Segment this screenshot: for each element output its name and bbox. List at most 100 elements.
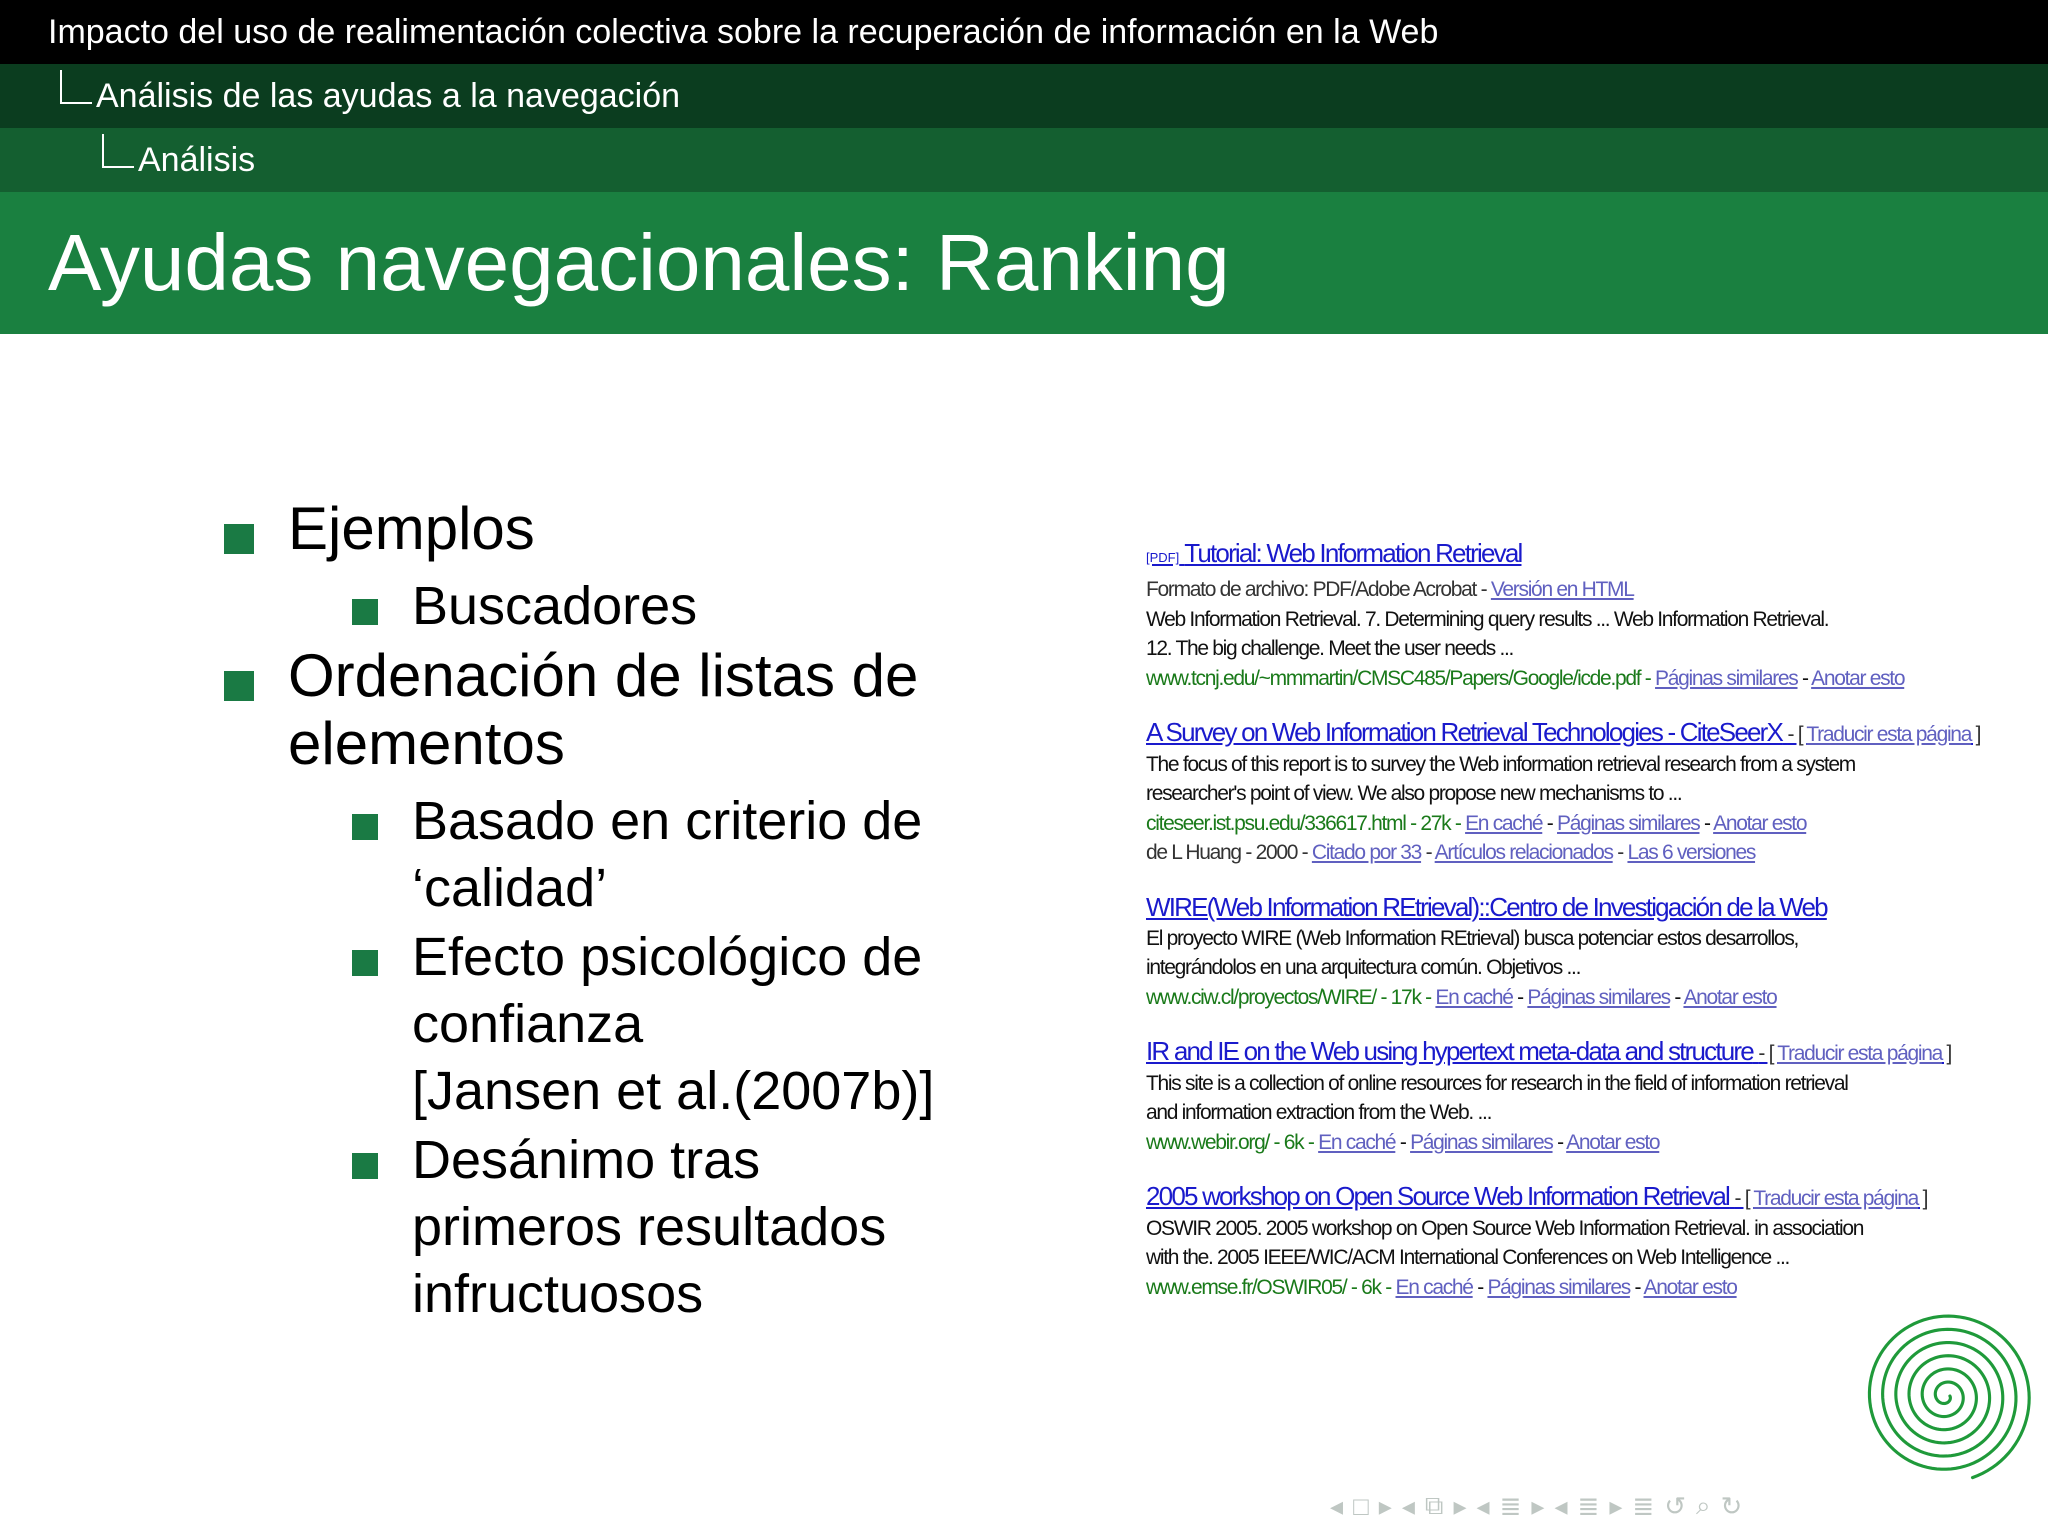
bullet-text: Buscadores <box>412 576 698 636</box>
cache-link[interactable]: En caché <box>1465 812 1543 835</box>
nav-section-next-icon[interactable]: ▸ <box>1531 1491 1544 1522</box>
result-url-line: www.tcnj.edu/~mmmartin/CMSC485/Papers/Go… <box>1146 666 1906 690</box>
result-url-line: www.ciw.cl/proyectos/WIRE/ - 17k - En ca… <box>1146 985 1778 1009</box>
bullet-square-icon <box>352 950 378 976</box>
result-snippet: OSWIR 2005. 2005 workshop on Open Source… <box>1146 1216 1864 1240</box>
similar-pages-link[interactable]: Páginas similares <box>1527 986 1671 1009</box>
search-result: 2005 workshop on Open Source Web Informa… <box>1146 1179 1928 1302</box>
result-url: www.emse.fr/OSWIR05/ - 6k - <box>1146 1275 1392 1299</box>
search-results-screenshot: [PDF] Tutorial: Web Information Retrieva… <box>1146 536 1981 1324</box>
result-title-link[interactable]: A Survey on Web Information Retrieval Te… <box>1146 715 1981 750</box>
bullet-square-icon <box>352 1153 378 1179</box>
nav-section-icon[interactable]: ≣ <box>1500 1491 1522 1522</box>
result-snippet: researcher's point of view. We also prop… <box>1146 782 1683 805</box>
result-url: www.webir.org/ - 6k - <box>1146 1130 1315 1154</box>
pdf-tag: [PDF] <box>1146 550 1180 565</box>
result-snippet: and information extraction from the Web.… <box>1146 1101 1492 1124</box>
bullet-item: Ejemplos <box>220 495 1020 563</box>
sub-bullet-item: Basado en criterio de ‘calidad’ <box>220 788 1020 922</box>
bullet-text-line: elementos <box>288 710 565 777</box>
sub-bullet-item: Desánimo tras primeros resultados infruc… <box>220 1127 1020 1328</box>
result-snippet: The focus of this report is to survey th… <box>1146 752 1856 776</box>
result-snippet: 12. The big challenge. Meet the user nee… <box>1146 637 1514 660</box>
bullet-text-line: confianza <box>412 994 644 1054</box>
result-meta-line: de L Huang - 2000 - Citado por 33 - Artí… <box>1146 841 1756 864</box>
nav-back-icon[interactable]: ↺ <box>1664 1491 1686 1522</box>
nav-part-icon[interactable]: ≣ <box>1578 1491 1600 1522</box>
result-title-link[interactable]: WIRE(Web Information REtrieval)::Centro … <box>1146 890 1866 924</box>
section-bar: Análisis de las ayudas a la navegación <box>0 64 2048 128</box>
annotate-link[interactable]: Anotar esto <box>1644 1276 1738 1299</box>
result-url-line: www.emse.fr/OSWIR05/ - 6k - En caché - P… <box>1146 1275 1738 1299</box>
bullet-text-line: primeros resultados <box>412 1197 887 1257</box>
result-url: citeseer.ist.psu.edu/336617.html - 27k - <box>1146 811 1462 835</box>
related-articles-link[interactable]: Artículos relacionados <box>1435 841 1614 864</box>
sub-bullet-item: Efecto psicológico de confianza [Jansen … <box>220 924 1020 1125</box>
bullet-square-icon <box>352 814 378 840</box>
nav-part-prev-icon[interactable]: ◂ <box>1554 1491 1567 1522</box>
bullet-square-icon <box>224 524 254 554</box>
html-version-link[interactable]: Versión en HTML <box>1491 578 1635 601</box>
nav-frame-prev-icon[interactable]: ◂ <box>1330 1491 1343 1522</box>
spiral-logo-icon <box>1867 1314 2031 1480</box>
subsection-link[interactable]: Análisis <box>138 128 255 192</box>
bullet-item: Ordenación de listas de elementos <box>220 642 1020 778</box>
result-snippet: integrándolos en una arquitectura común.… <box>1146 956 1581 979</box>
frame-title-bar: Ayudas navegacionales: Ranking <box>0 192 2048 334</box>
cache-link[interactable]: En caché <box>1318 1131 1396 1154</box>
similar-pages-link[interactable]: Páginas similares <box>1557 812 1701 835</box>
nav-appendix-icon[interactable]: ≣ <box>1632 1491 1654 1522</box>
result-snippet: with the. 2005 IEEE/WIC/ACM Internationa… <box>1146 1246 1790 1269</box>
nav-frame-next-icon[interactable]: ▸ <box>1379 1491 1392 1522</box>
citation-link[interactable]: [Jansen et al.(2007b)] <box>412 1058 1020 1125</box>
versions-link[interactable]: Las 6 versiones <box>1627 841 1756 864</box>
result-url: www.tcnj.edu/~mmmartin/CMSC485/Papers/Go… <box>1146 666 1652 690</box>
tree-connector <box>60 70 92 104</box>
bullet-text-line: Efecto psicológico de <box>412 927 923 987</box>
result-snippet: El proyecto WIRE (Web Information REtrie… <box>1146 926 1799 950</box>
annotate-link[interactable]: Anotar esto <box>1683 986 1777 1009</box>
result-title-link[interactable]: IR and IE on the Web using hypertext met… <box>1146 1034 1952 1069</box>
bullet-list: Ejemplos Buscadores Ordenación de listas… <box>220 495 1020 1330</box>
frame-title: Ayudas navegacionales: Ranking <box>48 218 1230 307</box>
cited-by-link[interactable]: Citado por 33 <box>1312 841 1422 864</box>
nav-subsection-icon[interactable]: ⧉ <box>1425 1490 1444 1522</box>
result-url-line: citeseer.ist.psu.edu/336617.html - 27k -… <box>1146 811 1808 835</box>
bullet-square-icon <box>224 671 254 701</box>
bullet-text-line: infructuosos <box>412 1264 704 1324</box>
similar-pages-link[interactable]: Páginas similares <box>1410 1131 1554 1154</box>
similar-pages-link[interactable]: Páginas similares <box>1487 1276 1631 1299</box>
nav-search-icon[interactable]: ⌕ <box>1696 1490 1711 1522</box>
result-title-link[interactable]: [PDF] Tutorial: Web Information Retrieva… <box>1146 536 1866 575</box>
tree-connector <box>102 134 134 168</box>
cache-link[interactable]: En caché <box>1396 1276 1474 1299</box>
search-result: WIRE(Web Information REtrieval)::Centro … <box>1146 890 1866 1013</box>
translate-link[interactable]: Traducir esta página <box>1777 1042 1943 1065</box>
translate-link[interactable]: Traducir esta página <box>1806 723 1972 746</box>
bullet-text-line: ‘calidad’ <box>412 858 608 918</box>
bullet-square-icon <box>352 599 378 625</box>
result-url: www.ciw.cl/proyectos/WIRE/ - 17k - <box>1146 985 1432 1009</box>
subsection-bar: Análisis <box>0 128 2048 192</box>
section-link[interactable]: Análisis de las ayudas a la navegación <box>96 64 680 128</box>
nav-part-next-icon[interactable]: ▸ <box>1609 1491 1622 1522</box>
nav-subsection-next-icon[interactable]: ▸ <box>1453 1491 1466 1522</box>
similar-pages-link[interactable]: Páginas similares <box>1655 667 1799 690</box>
beamer-navigation-bar: ◂ □ ▸ ◂ ⧉ ▸ ◂ ≣ ▸ ◂ ≣ ▸ ≣ ↺ ⌕ ↻ <box>1330 1490 2040 1522</box>
nav-section-prev-icon[interactable]: ◂ <box>1477 1491 1490 1522</box>
presentation-title-bar: Impacto del uso de realimentación colect… <box>0 0 2048 64</box>
annotate-link[interactable]: Anotar esto <box>1713 812 1807 835</box>
nav-subsection-prev-icon[interactable]: ◂ <box>1402 1491 1415 1522</box>
result-title-link[interactable]: 2005 workshop on Open Source Web Informa… <box>1146 1179 1928 1214</box>
cache-link[interactable]: En caché <box>1435 986 1513 1009</box>
annotate-link[interactable]: Anotar esto <box>1811 667 1905 690</box>
nav-forward-icon[interactable]: ↻ <box>1721 1491 1743 1522</box>
annotate-link[interactable]: Anotar esto <box>1566 1131 1660 1154</box>
result-snippet: Web Information Retrieval. 7. Determinin… <box>1146 607 1830 631</box>
presentation-title[interactable]: Impacto del uso de realimentación colect… <box>48 13 1438 51</box>
translate-link[interactable]: Traducir esta página <box>1753 1187 1919 1210</box>
result-snippet: This site is a collection of online reso… <box>1146 1071 1849 1095</box>
result-url-line: www.webir.org/ - 6k - En caché - Páginas… <box>1146 1130 1661 1154</box>
nav-frame-icon[interactable]: □ <box>1353 1491 1369 1522</box>
bullet-text: Ejemplos <box>288 495 535 562</box>
